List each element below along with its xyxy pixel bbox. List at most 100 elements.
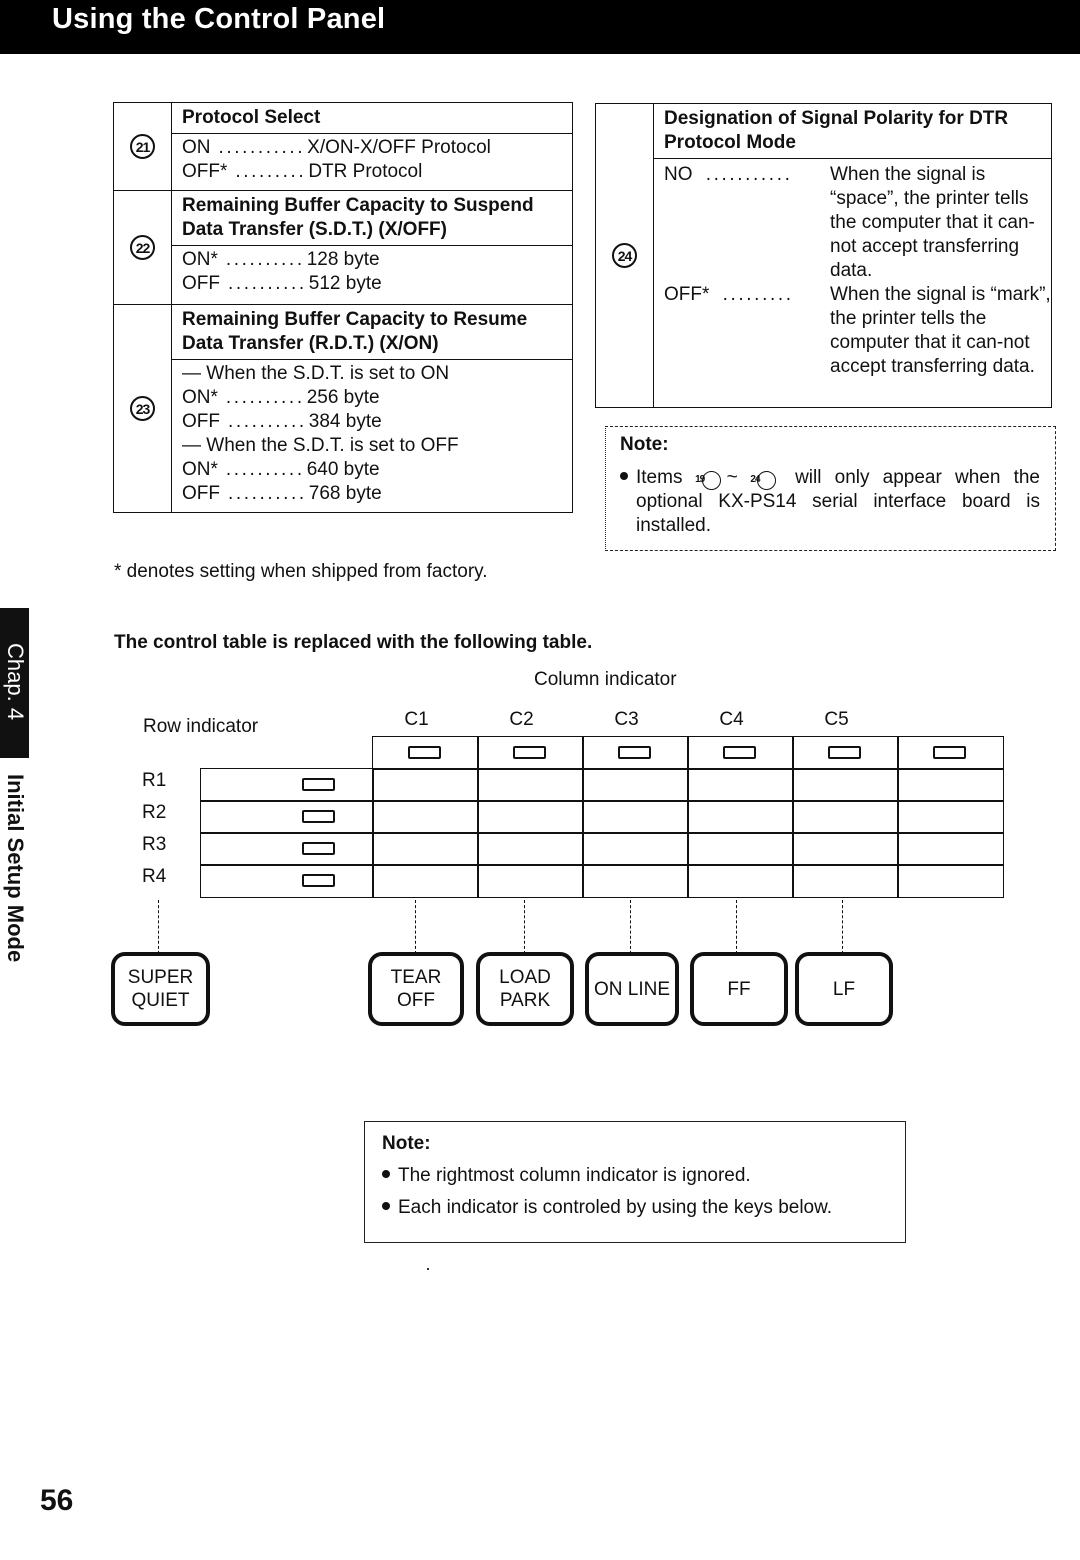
indicator-lamp-icon [302, 778, 335, 791]
column-label: C5 [824, 709, 849, 730]
matrix-cell [372, 832, 479, 866]
key-label: SUPER QUIET [127, 967, 194, 1011]
setting-row-22: 22 Remaining Buffer Capacity to Suspend … [114, 190, 572, 304]
item-number-badge: 22 [130, 235, 155, 260]
indicator-lamp-icon [617, 746, 651, 759]
print-artifact [427, 1268, 429, 1270]
section-label: Initial Setup Mode [3, 774, 28, 963]
column-label: C3 [614, 709, 639, 730]
key-leader-line [524, 900, 525, 954]
setting-row-21: 21 Protocol Select ON ........... X/ON-X… [114, 103, 572, 190]
item-number-badge: 24 [612, 243, 637, 268]
setting-option: OFF .......... 384 byte [182, 411, 382, 432]
note-item: The rightmost column indicator is ignore… [382, 1165, 751, 1187]
row-indicator-cell [200, 832, 374, 866]
key-leader-line [630, 900, 631, 954]
item-number-badge: 24 [750, 470, 776, 490]
matrix-cell [792, 800, 899, 834]
row-label: R4 [142, 866, 167, 887]
bullet-icon [382, 1170, 390, 1178]
page-title: Using the Control Panel [52, 3, 386, 35]
condition-label: — When the S.D.T. is set to ON [182, 363, 450, 384]
column-label: C1 [404, 709, 429, 730]
matrix-cell [582, 800, 689, 834]
settings-table-right: 24 Designation of Signal Polarity for DT… [595, 103, 1052, 408]
matrix-cell [477, 832, 584, 866]
header-bar: Using the Control Panel [0, 0, 1080, 54]
settings-table-left: 21 Protocol Select ON ........... X/ON-X… [113, 102, 573, 513]
matrix-cell [372, 864, 479, 898]
indicator-lamp-icon [512, 746, 546, 759]
setting-option: NO ........... When the signal is “space… [664, 164, 1035, 281]
note-title: Note: [620, 434, 669, 455]
matrix-cell [582, 864, 689, 898]
indicator-lamp-icon [302, 842, 335, 855]
key-lf[interactable]: LF [795, 952, 893, 1026]
matrix-cell [792, 768, 899, 802]
setting-option: OFF* ......... When the signal is “mark”… [664, 284, 1051, 377]
matrix-cell [582, 768, 689, 802]
key-on-line[interactable]: ON LINE [585, 952, 679, 1026]
row-label: R1 [142, 770, 167, 791]
note-text: Items 19 ~ 24 will only appear when the o… [620, 466, 1040, 538]
note-item: Each indicator is controled by using the… [382, 1197, 832, 1219]
item-number-badge: 19 [695, 470, 721, 490]
key-load-park[interactable]: LOAD PARK [476, 952, 574, 1026]
key-ff[interactable]: FF [690, 952, 788, 1026]
setting-option: ON ........... X/ON-X/OFF Protocol [182, 137, 491, 158]
matrix-cell [687, 832, 794, 866]
setting-heading: Protocol Select [172, 103, 572, 134]
note-box-serial: Note: Items 19 ~ 24 will only appear when… [605, 426, 1056, 551]
key-tear-off[interactable]: TEAR OFF [368, 952, 464, 1026]
matrix-cell [687, 800, 794, 834]
column-label: C4 [719, 709, 744, 730]
row-label: R2 [142, 802, 167, 823]
section-subheading: The control table is replaced with the f… [114, 632, 593, 653]
setting-heading: Remaining Buffer Capacity to Suspend Dat… [172, 191, 572, 246]
key-label: LOAD PARK [499, 967, 551, 1011]
matrix-cell [897, 768, 1004, 802]
note-box-indicators: Note: The rightmost column indicator is … [364, 1121, 906, 1243]
row-indicator-label: Row indicator [143, 716, 259, 737]
matrix-cell [687, 864, 794, 898]
setting-heading: Remaining Buffer Capacity to Resume Data… [172, 305, 572, 360]
matrix-cell [792, 864, 899, 898]
matrix-cell [372, 768, 479, 802]
matrix-cell [792, 832, 899, 866]
setting-heading: Designation of Signal Polarity for DTR P… [654, 104, 1051, 159]
setting-option: OFF .......... 512 byte [182, 273, 382, 294]
setting-row-24: 24 Designation of Signal Polarity for DT… [596, 104, 1051, 407]
matrix-cell [687, 768, 794, 802]
indicator-lamp-icon [407, 746, 441, 759]
key-leader-line [736, 900, 737, 954]
indicator-lamp-icon [302, 810, 335, 823]
column-label: C2 [509, 709, 534, 730]
setting-option: ON* .......... 128 byte [182, 249, 380, 270]
setting-option: ON* .......... 256 byte [182, 387, 380, 408]
row-indicator-cell [200, 864, 374, 898]
page-number: 56 [40, 1484, 74, 1517]
matrix-cell [897, 832, 1004, 866]
row-indicator-cell [200, 768, 374, 802]
key-leader-line [158, 900, 159, 954]
matrix-cell [582, 832, 689, 866]
key-super-quiet[interactable]: SUPER QUIET [111, 952, 210, 1026]
setting-option: ON* .......... 640 byte [182, 459, 380, 480]
key-leader-line [842, 900, 843, 954]
matrix-cell [372, 800, 479, 834]
key-leader-line [415, 900, 416, 954]
setting-option: OFF .......... 768 byte [182, 483, 382, 504]
matrix-cell [897, 864, 1004, 898]
item-number-badge: 23 [130, 396, 155, 421]
indicator-lamp-icon [302, 874, 335, 887]
key-label: ON LINE [593, 978, 671, 1000]
setting-option: OFF* ......... DTR Protocol [182, 161, 423, 182]
item-number-badge: 21 [130, 134, 155, 159]
bullet-icon [620, 472, 628, 480]
matrix-cell [477, 800, 584, 834]
bullet-icon [382, 1202, 390, 1210]
note-title: Note: [382, 1133, 431, 1154]
footnote: * denotes setting when shipped from fact… [114, 561, 488, 582]
chapter-tab-label: Chap. 4 [3, 643, 28, 721]
row-label: R3 [142, 834, 167, 855]
